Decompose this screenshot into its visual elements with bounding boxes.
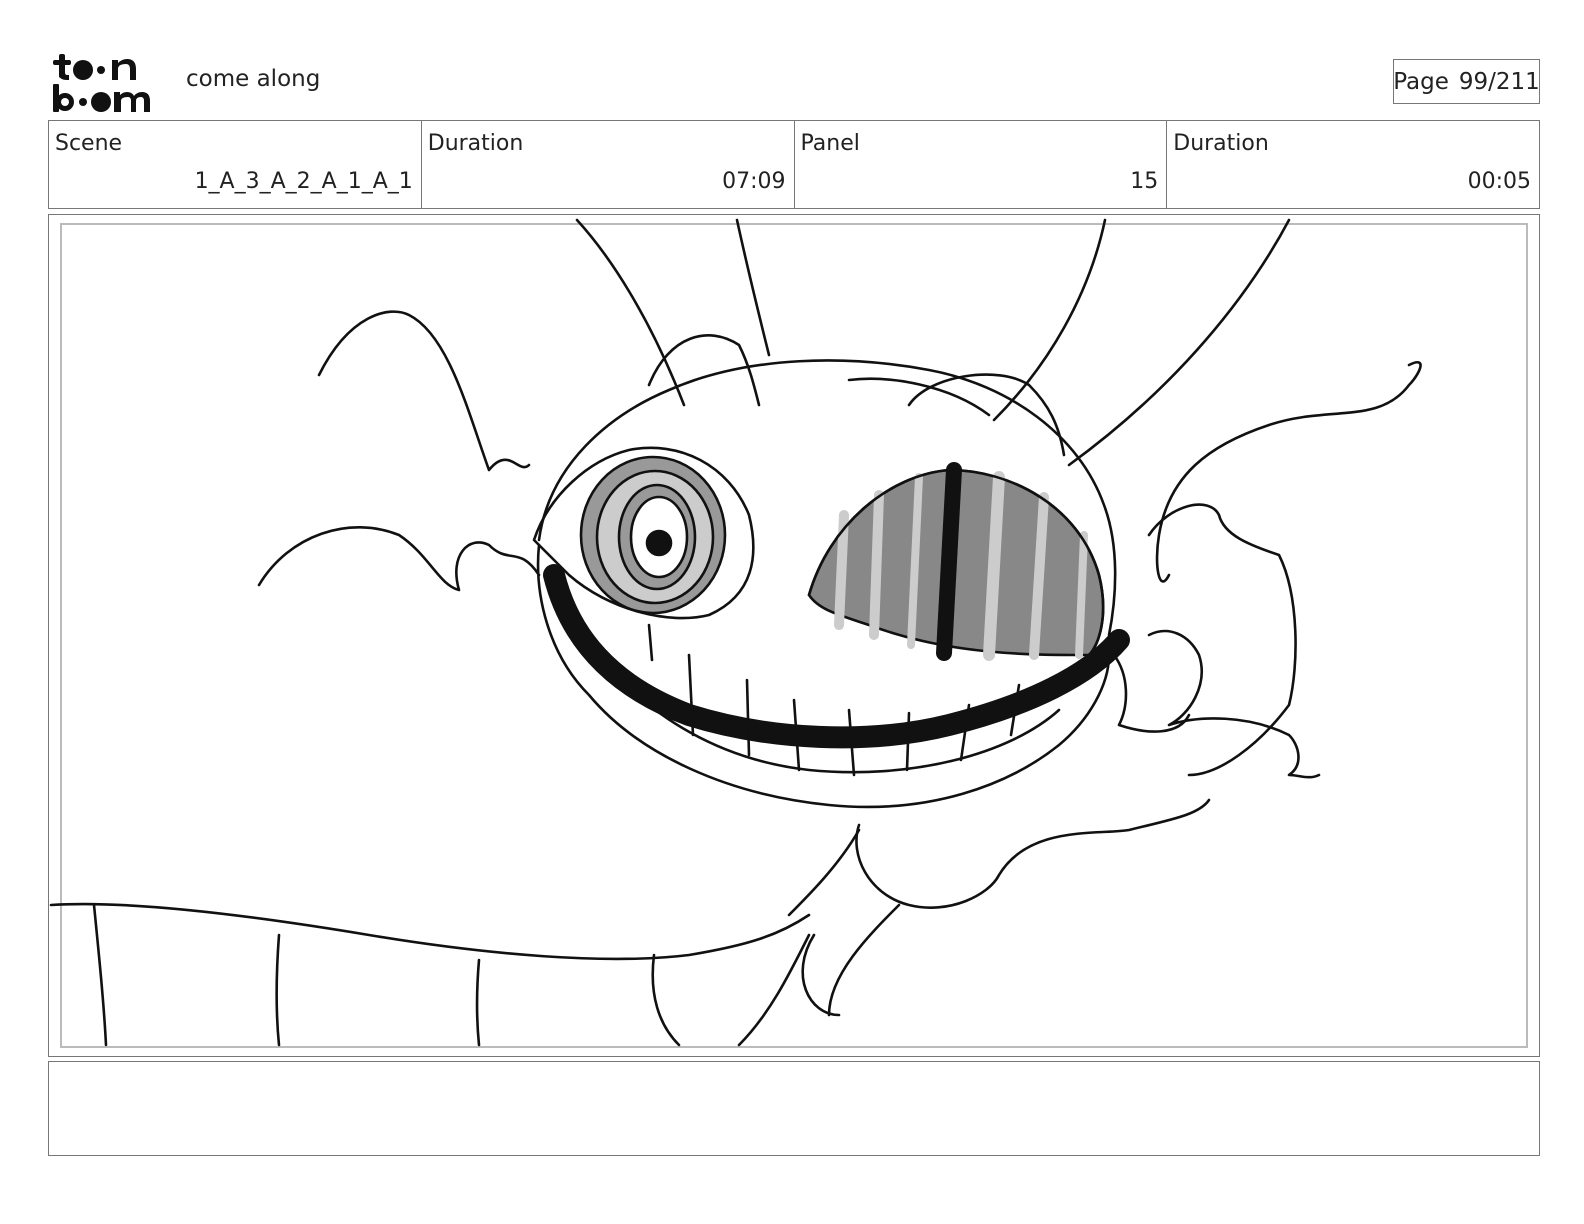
- scene-duration-label: Duration: [427, 131, 524, 156]
- scene-cell: Scene 1_A_3_A_2_A_1_A_1: [49, 121, 422, 208]
- toon-boom-logo: [53, 54, 150, 112]
- panel-info-table: Scene 1_A_3_A_2_A_1_A_1 Duration 07:09 P…: [48, 120, 1540, 209]
- panel-notes: [48, 1061, 1540, 1156]
- storyboard-panel: [48, 214, 1540, 1057]
- scene-value: 1_A_3_A_2_A_1_A_1: [194, 169, 413, 194]
- page-label: Page: [1393, 68, 1449, 95]
- panel-drawing: [49, 218, 1422, 1047]
- page-number: 99/211: [1458, 68, 1540, 95]
- project-title: come along: [186, 66, 321, 92]
- scene-duration-value: 07:09: [722, 169, 786, 194]
- panel-duration-label: Duration: [1173, 131, 1269, 156]
- scene-duration-cell: Duration 07:09: [422, 121, 795, 208]
- panel-duration-cell: Duration 00:05: [1167, 121, 1539, 208]
- page-indicator: Page 99/211: [1393, 59, 1540, 104]
- panel-value: 15: [1130, 169, 1159, 194]
- panel-duration-value: 00:05: [1467, 169, 1531, 194]
- panel-cell: Panel 15: [795, 121, 1168, 208]
- panel-label: Panel: [800, 131, 860, 156]
- scene-label: Scene: [55, 131, 123, 156]
